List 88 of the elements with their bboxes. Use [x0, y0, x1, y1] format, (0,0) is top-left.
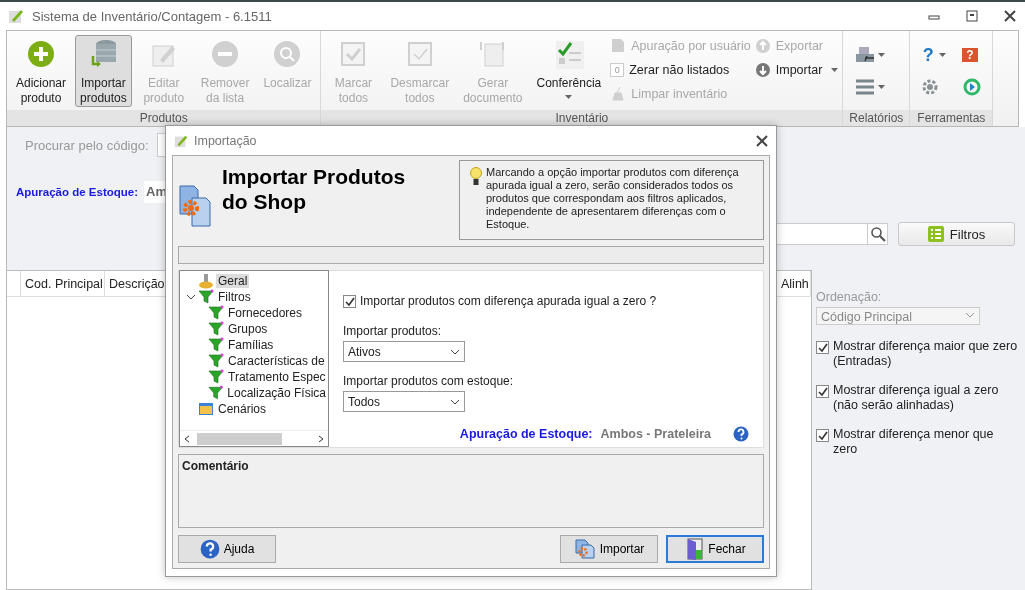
search-icon[interactable] [869, 226, 886, 242]
tree-item[interactable]: Cenários [216, 402, 269, 416]
funnel-icon [198, 289, 214, 305]
scroll-left-icon[interactable] [183, 434, 191, 443]
import-icon [178, 184, 214, 228]
funnel-icon [208, 353, 224, 369]
window-title: Sistema de Inventário/Contagem - 6.1511 [32, 8, 273, 24]
checkbox-label[interactable]: Importar produtos com diferença apurada igual a zero ? [360, 293, 657, 308]
document-icon [610, 38, 627, 54]
help-icon[interactable] [733, 426, 749, 442]
field-label: Apuração de Estoque: [459, 427, 593, 441]
filters-button[interactable]: Filtros [898, 222, 1015, 246]
upload-icon [754, 38, 771, 54]
checkbox[interactable] [816, 341, 829, 354]
close-icon[interactable] [756, 134, 768, 147]
collapse-icon[interactable] [186, 292, 196, 302]
scrollbar[interactable] [180, 430, 328, 446]
close-icon[interactable] [1003, 9, 1017, 23]
group-label: Inventário [321, 110, 843, 126]
checkbox-label[interactable]: Mostrar diferença igual a zero (não serão alinhadas) [833, 383, 1021, 413]
field-label: Procurar pelo código: [25, 137, 149, 153]
group-label: Relatórios [843, 110, 910, 126]
dialog-button[interactable]: Importar [560, 535, 658, 563]
tree-item[interactable]: Tratamento Espec [226, 370, 328, 384]
caret-icon [565, 95, 573, 99]
maximize-icon[interactable] [965, 9, 979, 23]
funnel-icon [208, 321, 224, 337]
tree-item[interactable]: Grupos [226, 322, 270, 336]
field-value: Ambos - Prateleira [600, 427, 711, 441]
tree-item[interactable]: Localização Física [225, 386, 328, 400]
menu-icon [855, 77, 876, 97]
field-label: Importar produtos: [343, 324, 443, 338]
caret-icon [878, 85, 886, 89]
broom-icon [610, 86, 627, 102]
field-label: Importar produtos com estoque: [343, 374, 515, 388]
chevron-icon [965, 310, 975, 320]
ribbon-button[interactable]: Importar produtos [75, 35, 132, 107]
toolbar-button[interactable]: ? [962, 41, 983, 69]
checkbox-label[interactable]: Mostrar diferença menor que zero [833, 427, 1021, 457]
import-icon [573, 539, 596, 559]
dialog-title: Importação [194, 133, 258, 148]
app-icon [174, 133, 188, 148]
field-label: Ordenação: [816, 290, 883, 304]
app-icon [8, 8, 24, 24]
group-label: Ferramentas [910, 110, 993, 126]
list-icon [927, 226, 944, 242]
checkbox[interactable] [816, 385, 829, 398]
ribbon-button[interactable]: Importar [754, 61, 839, 79]
dropdown[interactable]: Todos [343, 391, 465, 412]
funnel-icon [208, 385, 224, 401]
caret-icon [831, 68, 839, 72]
tree-item[interactable]: Famílias [226, 338, 276, 352]
comment-label: Comentário [182, 459, 249, 473]
column-header[interactable]: Cod. Principal [21, 271, 105, 296]
funnel-icon [208, 369, 224, 385]
checkbox[interactable] [343, 295, 356, 308]
door-icon [684, 538, 705, 560]
funnel-icon [208, 305, 224, 321]
hint-text: Marcando a opção importar produtos com diferença apurada igual a zero, serão considerados todos os produtos que correspondam aos filtros aplicados, independente de apresentarem diferenças com o Estoque. [486, 166, 740, 232]
field-label: Apuração de Estoque: [16, 186, 139, 198]
play-icon [962, 77, 983, 97]
funnel-icon [208, 337, 224, 353]
group-label: Produtos [7, 110, 321, 126]
ribbon-button[interactable]: Conferência [531, 35, 607, 107]
ribbon-button[interactable]: 0 Zerar não listados [610, 61, 751, 79]
tree-item[interactable]: Fornecedores [226, 306, 305, 320]
comment-box[interactable]: Comentário [178, 454, 764, 528]
toolbar-button[interactable]: ? [920, 41, 947, 69]
zero-badge: 0 [610, 63, 625, 77]
ribbon-button[interactable]: Adicionar produto [11, 35, 72, 107]
checkbox-label[interactable]: Mostrar diferença maior que zero (Entradas) [833, 339, 1021, 369]
printer-icon [855, 45, 876, 65]
caret-icon [878, 53, 886, 57]
chat-help-icon: ? [962, 48, 978, 62]
dialog-button[interactable]: Fechar [666, 535, 764, 563]
scroll-right-icon[interactable] [317, 434, 325, 443]
dropdown[interactable]: Ativos [343, 341, 465, 362]
caret-icon [939, 53, 947, 57]
help-icon: ? [920, 44, 937, 66]
download-icon [754, 62, 771, 78]
checkbox[interactable] [816, 429, 829, 442]
tree-item[interactable]: Características de [226, 354, 327, 368]
folder-icon [198, 401, 214, 417]
tree-item[interactable]: Geral [216, 274, 250, 288]
dialog-button[interactable]: Ajuda [178, 535, 276, 563]
plus-icon [25, 38, 57, 70]
tree-item[interactable]: Filtros [216, 290, 253, 304]
help-icon [199, 539, 220, 559]
